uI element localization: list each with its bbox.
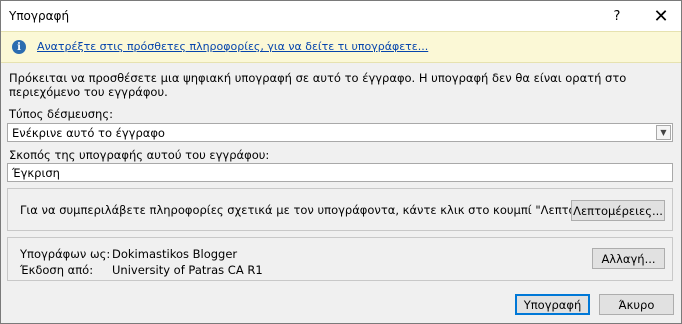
help-button[interactable]: ? (597, 1, 637, 31)
additional-info-link[interactable]: Ανατρέξτε στις πρόσθετες πληροφορίες, γι… (37, 40, 428, 53)
sign-button[interactable]: Υπογραφή (515, 294, 590, 315)
commitment-type-select[interactable]: Ενέκρινε αυτό το έγγραφο ▼ (7, 123, 673, 142)
chevron-down-icon[interactable]: ▼ (656, 125, 671, 140)
signature-dialog: Υπογραφή ? ✕ i Ανατρέξτε στις πρόσθετες … (0, 0, 682, 324)
signer-details-group: Για να συμπεριλάβετε πληροφορίες σχετικά… (7, 188, 673, 231)
issued-by-value: University of Patras CA R1 (112, 263, 263, 277)
signing-as-value: Dokimastikos Blogger (112, 247, 238, 261)
issued-by-label: Έκδοση από: (20, 263, 94, 277)
commitment-type-value: Ενέκρινε αυτό το έγγραφο (12, 126, 165, 140)
close-button[interactable]: ✕ (641, 1, 681, 31)
change-button[interactable]: Αλλαγή... (592, 248, 665, 269)
window-title: Υπογραφή (9, 9, 70, 23)
details-button[interactable]: Λεπτομέρειες... (571, 200, 665, 221)
purpose-value: Έγκριση (12, 166, 60, 180)
info-bar: i Ανατρέξτε στις πρόσθετες πληροφορίες, … (1, 31, 681, 63)
signing-certificate-group: Υπογράφων ως: Dokimastikos Blogger Έκδοσ… (7, 237, 673, 281)
purpose-label: Σκοπός της υπογραφής αυτού του εγγράφου: (9, 148, 270, 162)
commitment-type-label: Τύπος δέσμευσης: (9, 107, 113, 121)
cancel-button[interactable]: Άκυρο (599, 294, 674, 315)
title-bar: Υπογραφή ? ✕ (1, 1, 681, 31)
info-icon: i (12, 40, 26, 54)
description-text: Πρόκειται να προσθέσετε μια ψηφιακή υπογ… (9, 71, 627, 99)
purpose-input[interactable]: Έγκριση (7, 163, 673, 182)
signing-as-label: Υπογράφων ως: (20, 247, 111, 261)
signer-details-text: Για να συμπεριλάβετε πληροφορίες σχετικά… (20, 203, 629, 217)
